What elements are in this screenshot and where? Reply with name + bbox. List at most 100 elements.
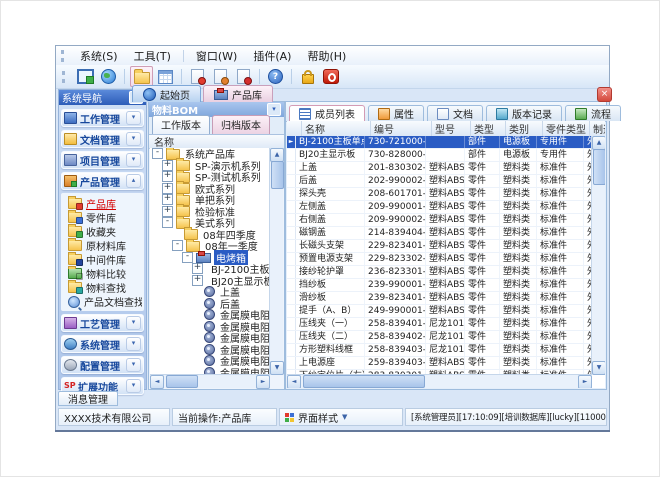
- scroll-left-icon[interactable]: ◄: [287, 375, 301, 389]
- scroll-down-icon[interactable]: ▼: [592, 361, 605, 375]
- lock-button[interactable]: [297, 67, 318, 86]
- doc-tab-1[interactable]: 产品库: [203, 85, 273, 102]
- members-tab-4[interactable]: 流程: [565, 105, 621, 121]
- table-row[interactable]: 后盖202-990002-01X塑料ABS零件塑料类标准件外协条: [287, 175, 592, 188]
- sidebar-item-7[interactable]: 产品文档查找: [61, 295, 144, 307]
- table-row[interactable]: BJ20主显示板730-828000-04X部件电源板专用件外协颗: [287, 149, 592, 162]
- menu-grip[interactable]: [61, 50, 67, 62]
- menu-item-0[interactable]: 系统(S): [72, 46, 126, 66]
- chevron-down-icon[interactable]: ▾: [126, 316, 141, 330]
- tree-hscroll-thumb[interactable]: [166, 375, 198, 388]
- chevron-down-icon[interactable]: ▾: [126, 379, 141, 393]
- sidebar-section-4[interactable]: 工艺管理▾: [61, 314, 144, 332]
- table-row[interactable]: 提手（A、B）249-990001-01X塑料ABS零件塑料类标准件外协条: [287, 305, 592, 318]
- scroll-right-icon[interactable]: ►: [256, 375, 270, 389]
- menu-item-1[interactable]: 工具(T): [126, 46, 179, 66]
- close-tab-button[interactable]: ×: [597, 87, 612, 102]
- scroll-up-icon[interactable]: ▲: [270, 148, 284, 162]
- table-row[interactable]: 预置电源支架229-823302-00X塑料ABS零件塑料类标准件外协条: [287, 253, 592, 266]
- grid-vscroll-thumb[interactable]: [593, 149, 605, 185]
- members-tab-1[interactable]: 属性: [368, 105, 424, 121]
- table-row[interactable]: 上盖201-830302-00X塑料ABS零件塑料类标准件外协条: [287, 162, 592, 175]
- members-tab-3[interactable]: 版本记录: [486, 105, 562, 121]
- sidebar-section-6[interactable]: 配置管理▾: [61, 356, 144, 374]
- open-library-button[interactable]: [130, 66, 153, 87]
- collapse-icon[interactable]: -: [172, 240, 183, 251]
- collapse-icon[interactable]: -: [182, 252, 193, 263]
- chevron-down-icon[interactable]: ▾: [126, 358, 141, 372]
- table-row[interactable]: 上电源座259-839403-00X塑料ABS零件塑料类标准件外协条: [287, 357, 592, 370]
- grid-column-header-4[interactable]: 类别: [506, 121, 543, 136]
- scroll-right-icon[interactable]: ►: [578, 375, 592, 389]
- collapse-icon[interactable]: -: [162, 217, 173, 228]
- sidebar-section-5[interactable]: 系统管理▾: [61, 335, 144, 353]
- table-row[interactable]: 磁钢盖214-839404-01X塑料ABS零件塑料类标准件外协条: [287, 227, 592, 240]
- chevron-up-icon[interactable]: ▴: [126, 174, 141, 188]
- expand-icon[interactable]: +: [192, 275, 203, 286]
- table-row[interactable]: 左侧盖209-990001-01X塑料ABS零件塑料类标准件外协条: [287, 201, 592, 214]
- members-tab-2[interactable]: 文档: [427, 105, 483, 121]
- help-button[interactable]: [265, 67, 286, 86]
- expand-icon[interactable]: +: [162, 183, 173, 194]
- edit-document-button[interactable]: [210, 67, 231, 86]
- tree-node[interactable]: +BJ20主显示板: [150, 275, 270, 287]
- grid-column-header-1[interactable]: 编号: [371, 121, 432, 136]
- bom-tab-0[interactable]: 工作版本: [152, 115, 210, 134]
- sidebar-section-3[interactable]: 产品管理▴: [61, 172, 144, 190]
- message-manager-tab[interactable]: 消息管理: [58, 391, 118, 406]
- sidebar-item-4[interactable]: 中间件库: [61, 253, 144, 265]
- scroll-down-icon[interactable]: ▼: [270, 361, 284, 375]
- menu-item-4[interactable]: 帮助(H): [299, 46, 354, 66]
- network-button[interactable]: [98, 67, 119, 86]
- new-document-button[interactable]: [187, 67, 208, 86]
- scroll-left-icon[interactable]: ◄: [150, 375, 164, 389]
- sidebar-item-0[interactable]: 产品库: [61, 197, 144, 209]
- chevron-down-icon[interactable]: ▾: [126, 111, 141, 125]
- table-row[interactable]: 压线夹（一）258-839401-00X尼龙1010零件塑料类标准件外协条: [287, 318, 592, 331]
- sidebar-section-0[interactable]: 工作管理▾: [61, 109, 144, 127]
- table-row[interactable]: 滑纱板239-823401-00X塑料ABS零件塑料类标准件外协条: [287, 292, 592, 305]
- table-row[interactable]: 方形塑料线框258-839403-00X尼龙1010零件塑料类标准件外协条: [287, 344, 592, 357]
- collapse-icon[interactable]: -: [152, 148, 163, 159]
- table-row[interactable]: 探头壳208-601701-01X塑料ABS零件塑料类标准件外协条: [287, 188, 592, 201]
- table-row[interactable]: 长磁头支架229-823401-00X塑料ABS零件塑料类标准件外协条: [287, 240, 592, 253]
- sidebar-item-5[interactable]: 物料比较: [61, 267, 144, 279]
- sidebar-item-2[interactable]: 收藏夹: [61, 225, 144, 237]
- sidebar-section-1[interactable]: 文档管理▾: [61, 130, 144, 148]
- expand-icon[interactable]: +: [162, 206, 173, 217]
- chevron-down-icon[interactable]: ▾: [126, 153, 141, 167]
- exit-button[interactable]: [320, 67, 341, 86]
- table-row[interactable]: 挡纱板239-990001-01X塑料ABS零件塑料类标准件外协条: [287, 279, 592, 292]
- expand-icon[interactable]: +: [192, 263, 203, 274]
- doc-tab-0[interactable]: 起始页: [132, 85, 201, 102]
- members-tab-0[interactable]: 成员列表: [289, 105, 365, 121]
- menu-item-2[interactable]: 窗口(W): [188, 46, 245, 66]
- bom-tab-1[interactable]: 归档版本: [212, 115, 270, 134]
- chevron-down-icon[interactable]: ▾: [126, 132, 141, 146]
- table-row[interactable]: 右侧盖209-990002-01X塑料ABS零件塑料类标准件外协条: [287, 214, 592, 227]
- scroll-up-icon[interactable]: ▲: [592, 136, 605, 150]
- sidebar-section-2[interactable]: 项目管理▾: [61, 151, 144, 169]
- grid-column-header-6[interactable]: 制造方式: [590, 121, 605, 136]
- grid-column-header-2[interactable]: 型号: [432, 121, 471, 136]
- tree-column-header[interactable]: 名称: [149, 135, 284, 149]
- tree-horizontal-scrollbar[interactable]: ◄ ►: [150, 374, 270, 388]
- delete-document-button[interactable]: [233, 67, 254, 86]
- grid-hscroll-thumb[interactable]: [303, 375, 425, 388]
- grid-vertical-scrollbar[interactable]: ▲ ▼: [591, 136, 605, 375]
- table-row[interactable]: 接纱轮护罩236-823301-00X塑料ABS零件塑料类标准件外协条: [287, 266, 592, 279]
- grid-column-header-0[interactable]: 名称: [302, 121, 371, 136]
- sidebar-item-3[interactable]: 原材料库: [61, 239, 144, 251]
- tree-vscroll-thumb[interactable]: [271, 161, 284, 189]
- bom-panel-button[interactable]: ▾: [267, 103, 281, 116]
- sidebar-item-1[interactable]: 零件库: [61, 211, 144, 223]
- data-grid-button[interactable]: [155, 67, 176, 86]
- sidebar-item-6[interactable]: 物料查找: [61, 281, 144, 293]
- grid-horizontal-scrollbar[interactable]: ◄ ►: [287, 374, 592, 388]
- chevron-down-icon[interactable]: ▾: [126, 337, 141, 351]
- ui-style-selector[interactable]: 界面样式 ▼: [279, 408, 403, 426]
- expand-icon[interactable]: +: [162, 194, 173, 205]
- table-row[interactable]: 压线夹（二）258-839402-00X尼龙1010零件塑料类标准件外协条: [287, 331, 592, 344]
- tree-vertical-scrollbar[interactable]: ▲ ▼: [269, 148, 283, 375]
- expand-icon[interactable]: +: [162, 160, 173, 171]
